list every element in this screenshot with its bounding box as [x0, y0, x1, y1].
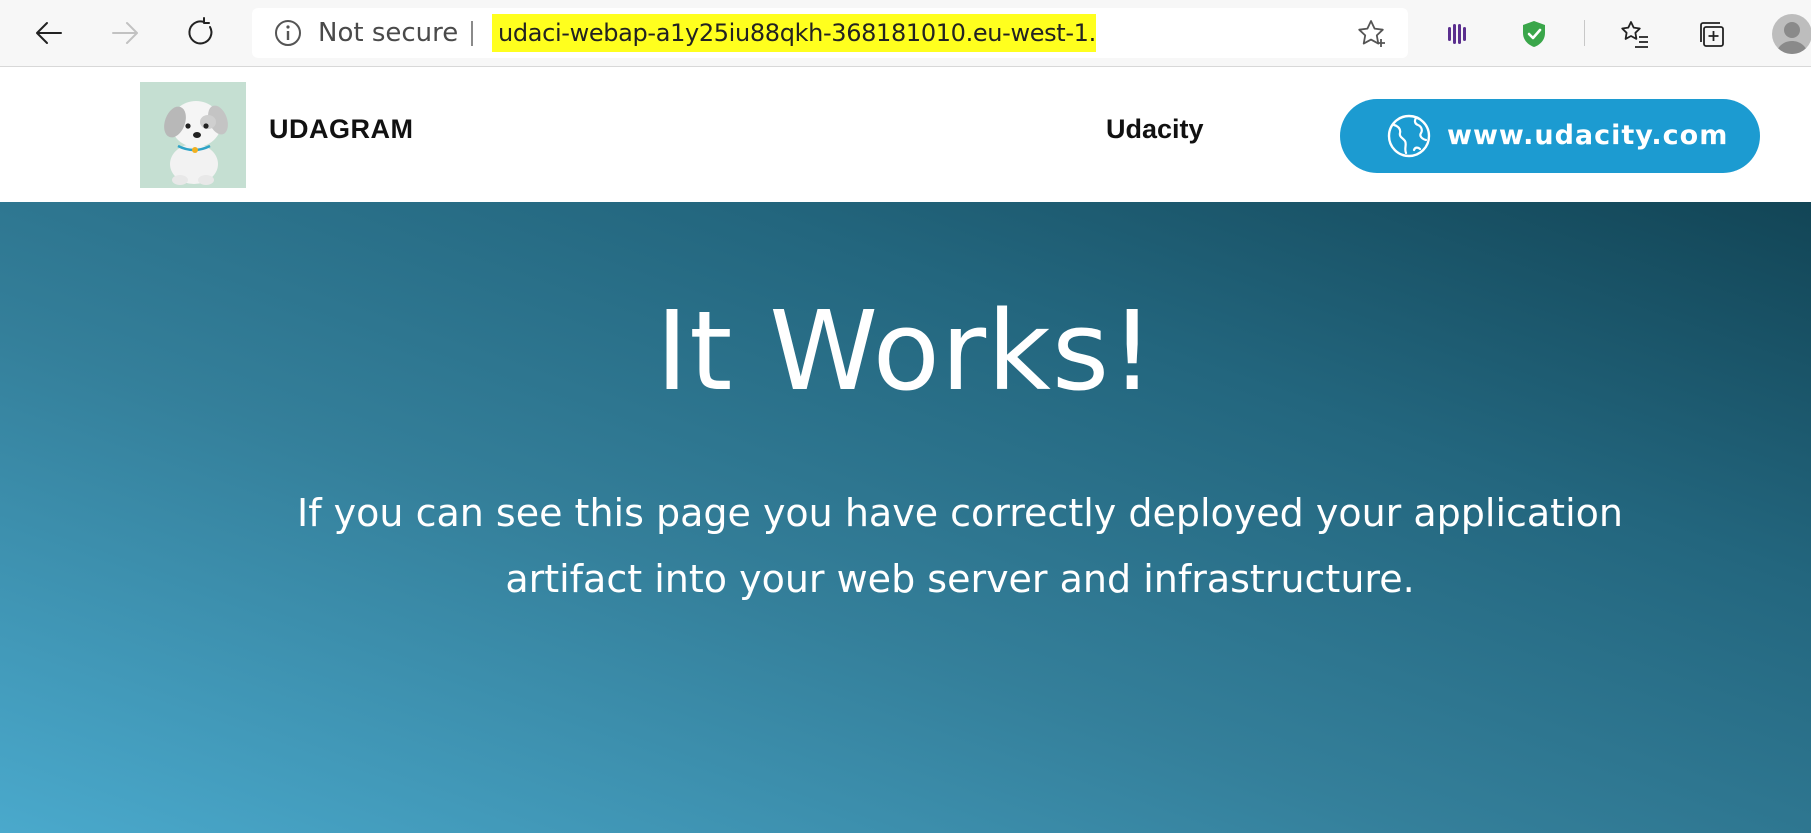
forward-button[interactable]: [102, 10, 148, 56]
favorites-button[interactable]: [1616, 15, 1654, 53]
hero-title: It Works!: [655, 287, 1156, 415]
site-header: UDAGRAM Udacity www.udacity.com: [0, 67, 1811, 202]
globe-icon: [1387, 114, 1431, 158]
collections-icon: [1700, 22, 1724, 47]
security-label[interactable]: Not secure: [318, 8, 458, 58]
profile-avatar-icon: [1776, 22, 1808, 54]
extension-button[interactable]: [1438, 15, 1476, 53]
info-icon[interactable]: [274, 19, 302, 47]
address-bar[interactable]: Not secure udaci-webap-a1y25iu88qkh-3681…: [252, 8, 1408, 58]
toolbar-divider: [1584, 20, 1585, 46]
forward-icon: [112, 22, 138, 44]
favorite-star-icon[interactable]: [1356, 18, 1388, 50]
puppy-logo-image: [164, 101, 228, 185]
collections-button[interactable]: [1693, 15, 1731, 53]
shield-check-icon: [1523, 21, 1545, 47]
udacity-website-button[interactable]: www.udacity.com: [1340, 99, 1760, 173]
profile-avatar[interactable]: [1772, 14, 1811, 54]
hero-section: It Works! If you can see this page you h…: [0, 202, 1811, 833]
hero-message: If you can see this page you have correc…: [297, 491, 1623, 601]
back-icon: [36, 22, 62, 44]
extension-icon: [1448, 24, 1466, 44]
nav-link-udacity[interactable]: Udacity: [1106, 114, 1204, 145]
refresh-button[interactable]: [178, 10, 224, 56]
udacity-website-label: www.udacity.com: [1447, 120, 1729, 151]
address-divider: [471, 21, 473, 46]
puppy-logo[interactable]: [140, 82, 246, 188]
favorites-list-icon: [1621, 21, 1648, 48]
brand-name[interactable]: UDAGRAM: [269, 114, 414, 145]
refresh-icon: [188, 17, 213, 45]
browser-toolbar: Not secure udaci-webap-a1y25iu88qkh-3681…: [0, 0, 1811, 67]
back-button[interactable]: [26, 10, 72, 56]
url-text[interactable]: udaci-webap-a1y25iu88qkh-368181010.eu-we…: [492, 14, 1096, 52]
shield-extension-button[interactable]: [1515, 15, 1553, 53]
